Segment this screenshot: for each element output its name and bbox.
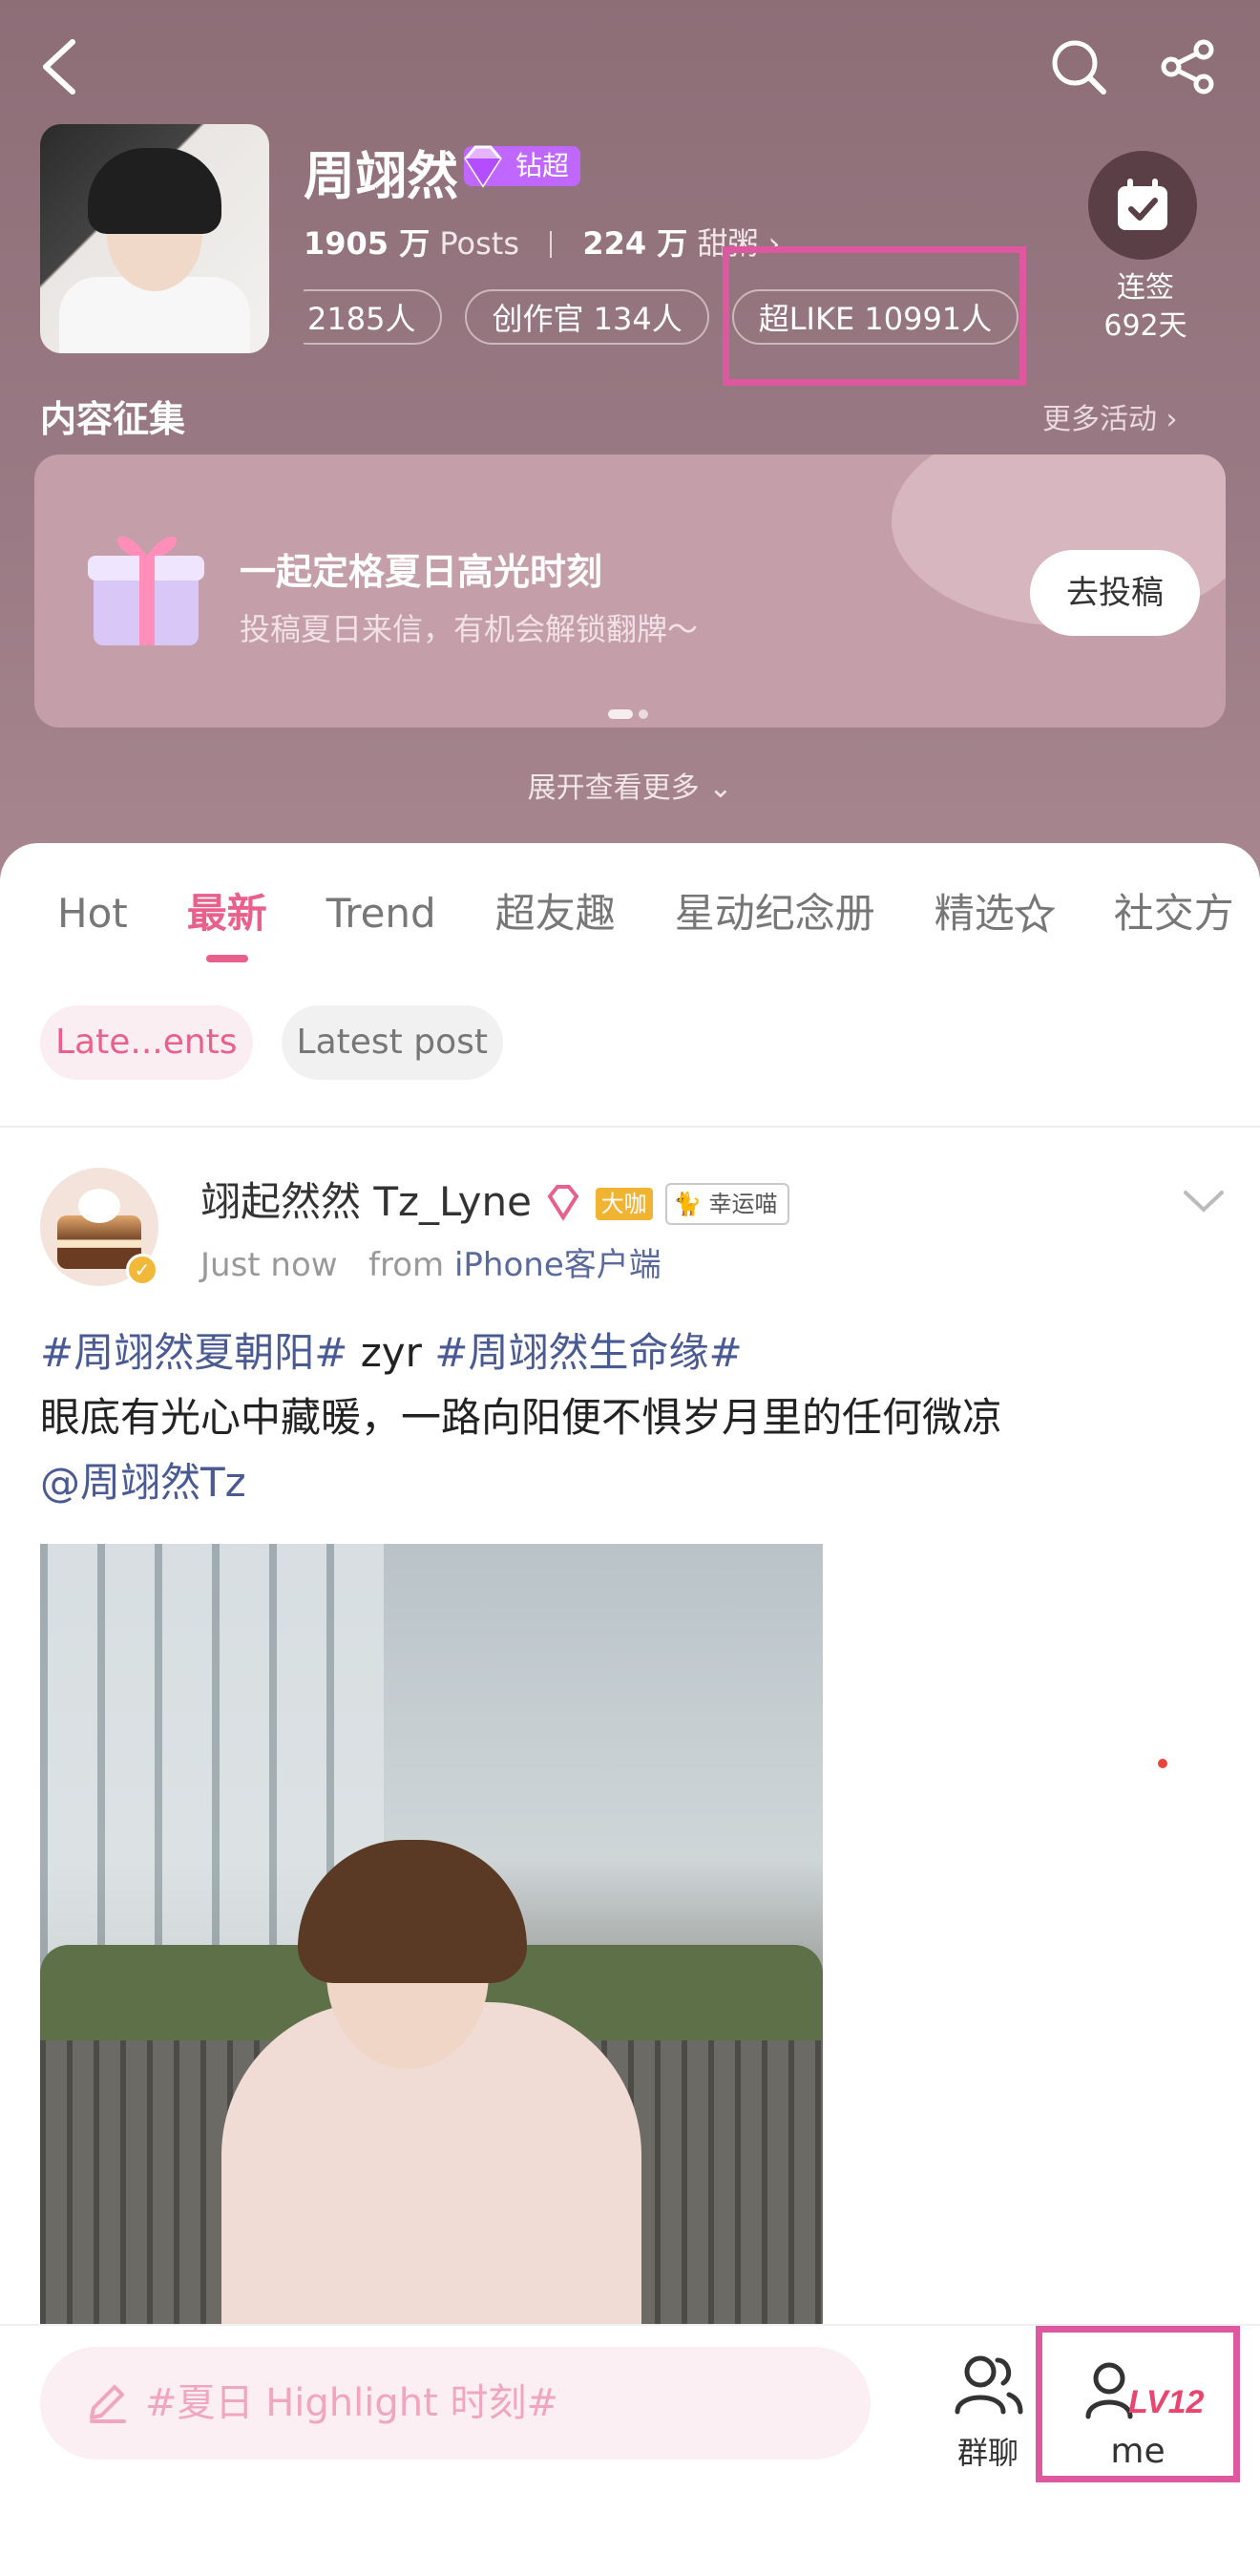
group-chat-button[interactable]: 群聊 <box>945 2345 1031 2473</box>
posts-count: 1905 万 <box>304 225 430 262</box>
banner-subtitle: 投稿夏日来信，有机会解锁翻牌～ <box>240 611 699 647</box>
feed-tabs: Hot 最新 Trend 超友趣 星动纪念册 精选 社交方 <box>57 881 1260 962</box>
checkin-text: 连签 <box>1117 271 1174 305</box>
user-level-icon: LV12 <box>1085 2362 1204 2420</box>
cat-icon: 🐈 <box>673 1191 709 1217</box>
post-username[interactable]: 翊起然然 Tz_Lyne <box>200 1178 532 1225</box>
tab-social[interactable]: 社交方 <box>1114 881 1234 940</box>
post-line-2: 眼底有光心中藏暖，一路向阳便不惧岁月里的任何微凉 <box>40 1394 1003 1441</box>
banner-pagination <box>605 705 651 723</box>
level-gem-icon <box>547 1185 579 1221</box>
post-text-zyr: zyr <box>347 1329 435 1376</box>
stats-divider <box>550 231 553 258</box>
feed-filters: Late...ents Latest post <box>40 1005 532 1080</box>
verified-icon: ✓ <box>126 1254 158 1286</box>
share-icon[interactable] <box>1150 29 1227 105</box>
checkin-days: 692天 <box>1103 309 1187 343</box>
checkin-button[interactable] <box>1088 151 1197 260</box>
more-activities-link[interactable]: 更多活动 › <box>1042 395 1178 437</box>
super-like-highlight <box>723 246 1026 386</box>
post-author: 翊起然然 Tz_Lyne 大咖 🐈 幸运喵 <box>200 1170 789 1228</box>
page-dot-active <box>608 709 633 719</box>
level-text: LV12 <box>1128 2384 1204 2420</box>
post-time: Just now <box>200 1246 338 1284</box>
post-meta: Just now from iPhone客户端 <box>200 1238 662 1285</box>
post-line-1: #周翊然夏朝阳# zyr #周翊然生命缘# <box>40 1320 1224 1385</box>
expand-more-link[interactable]: 展开查看更多 ⌄ <box>0 764 1260 806</box>
banner-title: 一起定格夏日高光时刻 <box>240 551 603 593</box>
post-client: iPhone客户端 <box>453 1246 662 1284</box>
compose-placeholder: #夏日 Highlight 时刻# <box>145 2381 559 2425</box>
filter-latest-comments[interactable]: Late...ents <box>40 1005 253 1080</box>
mention-link[interactable]: @周翊然Tz <box>40 1450 1224 1515</box>
group-chat-icon <box>955 2355 1023 2415</box>
chevron-down-icon[interactable] <box>1180 1177 1228 1225</box>
tab-fun[interactable]: 超友趣 <box>495 881 616 940</box>
back-icon[interactable] <box>21 29 97 105</box>
checkin-label[interactable]: 连签 692天 <box>1060 269 1231 346</box>
filter-latest-post[interactable]: Latest post <box>281 1005 503 1080</box>
big-fan-badge: 大咖 <box>595 1188 653 1220</box>
post-photo[interactable] <box>40 1544 823 2333</box>
fans-count: 224 万 <box>582 225 688 262</box>
tab-featured-label: 精选 <box>934 890 1015 937</box>
me-label: me <box>1110 2432 1166 2471</box>
tab-latest[interactable]: 最新 <box>187 881 267 962</box>
chip-members[interactable]: 2185人 <box>304 289 443 345</box>
divider <box>0 1126 1260 1128</box>
me-button[interactable]: LV12 me <box>1036 2326 1240 2482</box>
hashtag-link[interactable]: #周翊然生命缘# <box>434 1329 742 1376</box>
search-icon[interactable] <box>1040 29 1117 105</box>
chip-creators[interactable]: 创作官 134人 <box>465 289 709 345</box>
feed-panel: Hot 最新 Trend 超友趣 星动纪念册 精选 社交方 Late...ents Lates… <box>0 843 1260 2333</box>
tab-hot[interactable]: Hot <box>57 890 128 937</box>
diamond-icon <box>464 145 502 188</box>
tab-featured[interactable]: 精选 <box>934 881 1055 940</box>
topic-avatar[interactable] <box>40 124 269 353</box>
star-outline-icon <box>1014 893 1055 933</box>
hashtag-link[interactable]: #周翊然夏朝阳# <box>40 1329 347 1376</box>
topic-name: 周翊然 <box>304 146 458 206</box>
post-body: #周翊然夏朝阳# zyr #周翊然生命缘# 眼底有光心中藏暖，一路向阳便不惧岁月… <box>40 1320 1224 1515</box>
lucky-cat-badge: 🐈 幸运喵 <box>665 1183 789 1225</box>
topic-header: 周翊然 钻超 1905 万 Posts 224 万 甜粥 › 2185人 创作官 … <box>0 0 1260 878</box>
notification-dot <box>1158 1759 1167 1768</box>
tab-trend[interactable]: Trend <box>326 890 436 937</box>
lucky-cat-label: 幸运喵 <box>708 1191 778 1217</box>
submit-button[interactable]: 去投稿 <box>1030 550 1200 636</box>
content-collection-title: 内容征集 <box>40 398 186 440</box>
gift-box-icon <box>88 536 204 645</box>
topic-stats: 1905 万 Posts 224 万 甜粥 › <box>304 220 780 264</box>
posts-label: Posts <box>439 225 520 262</box>
calendar-check-icon <box>1118 179 1167 230</box>
from-label: from <box>368 1246 445 1284</box>
tab-album[interactable]: 星动纪念册 <box>675 881 875 940</box>
super-topic-page: 周翊然 钻超 1905 万 Posts 224 万 甜粥 › 2185人 创作官 … <box>0 0 1260 2576</box>
group-chat-label: 群聊 <box>956 2435 1018 2471</box>
compose-input[interactable]: #夏日 Highlight 时刻# <box>40 2347 871 2460</box>
pencil-icon <box>90 2385 126 2423</box>
bottom-bar: #夏日 Highlight 时刻# 群聊 LV12 me <box>0 2324 1260 2576</box>
page-dot <box>639 709 648 719</box>
campaign-banner[interactable]: 一起定格夏日高光时刻 投稿夏日来信，有机会解锁翻牌～ 去投稿 <box>34 454 1226 728</box>
